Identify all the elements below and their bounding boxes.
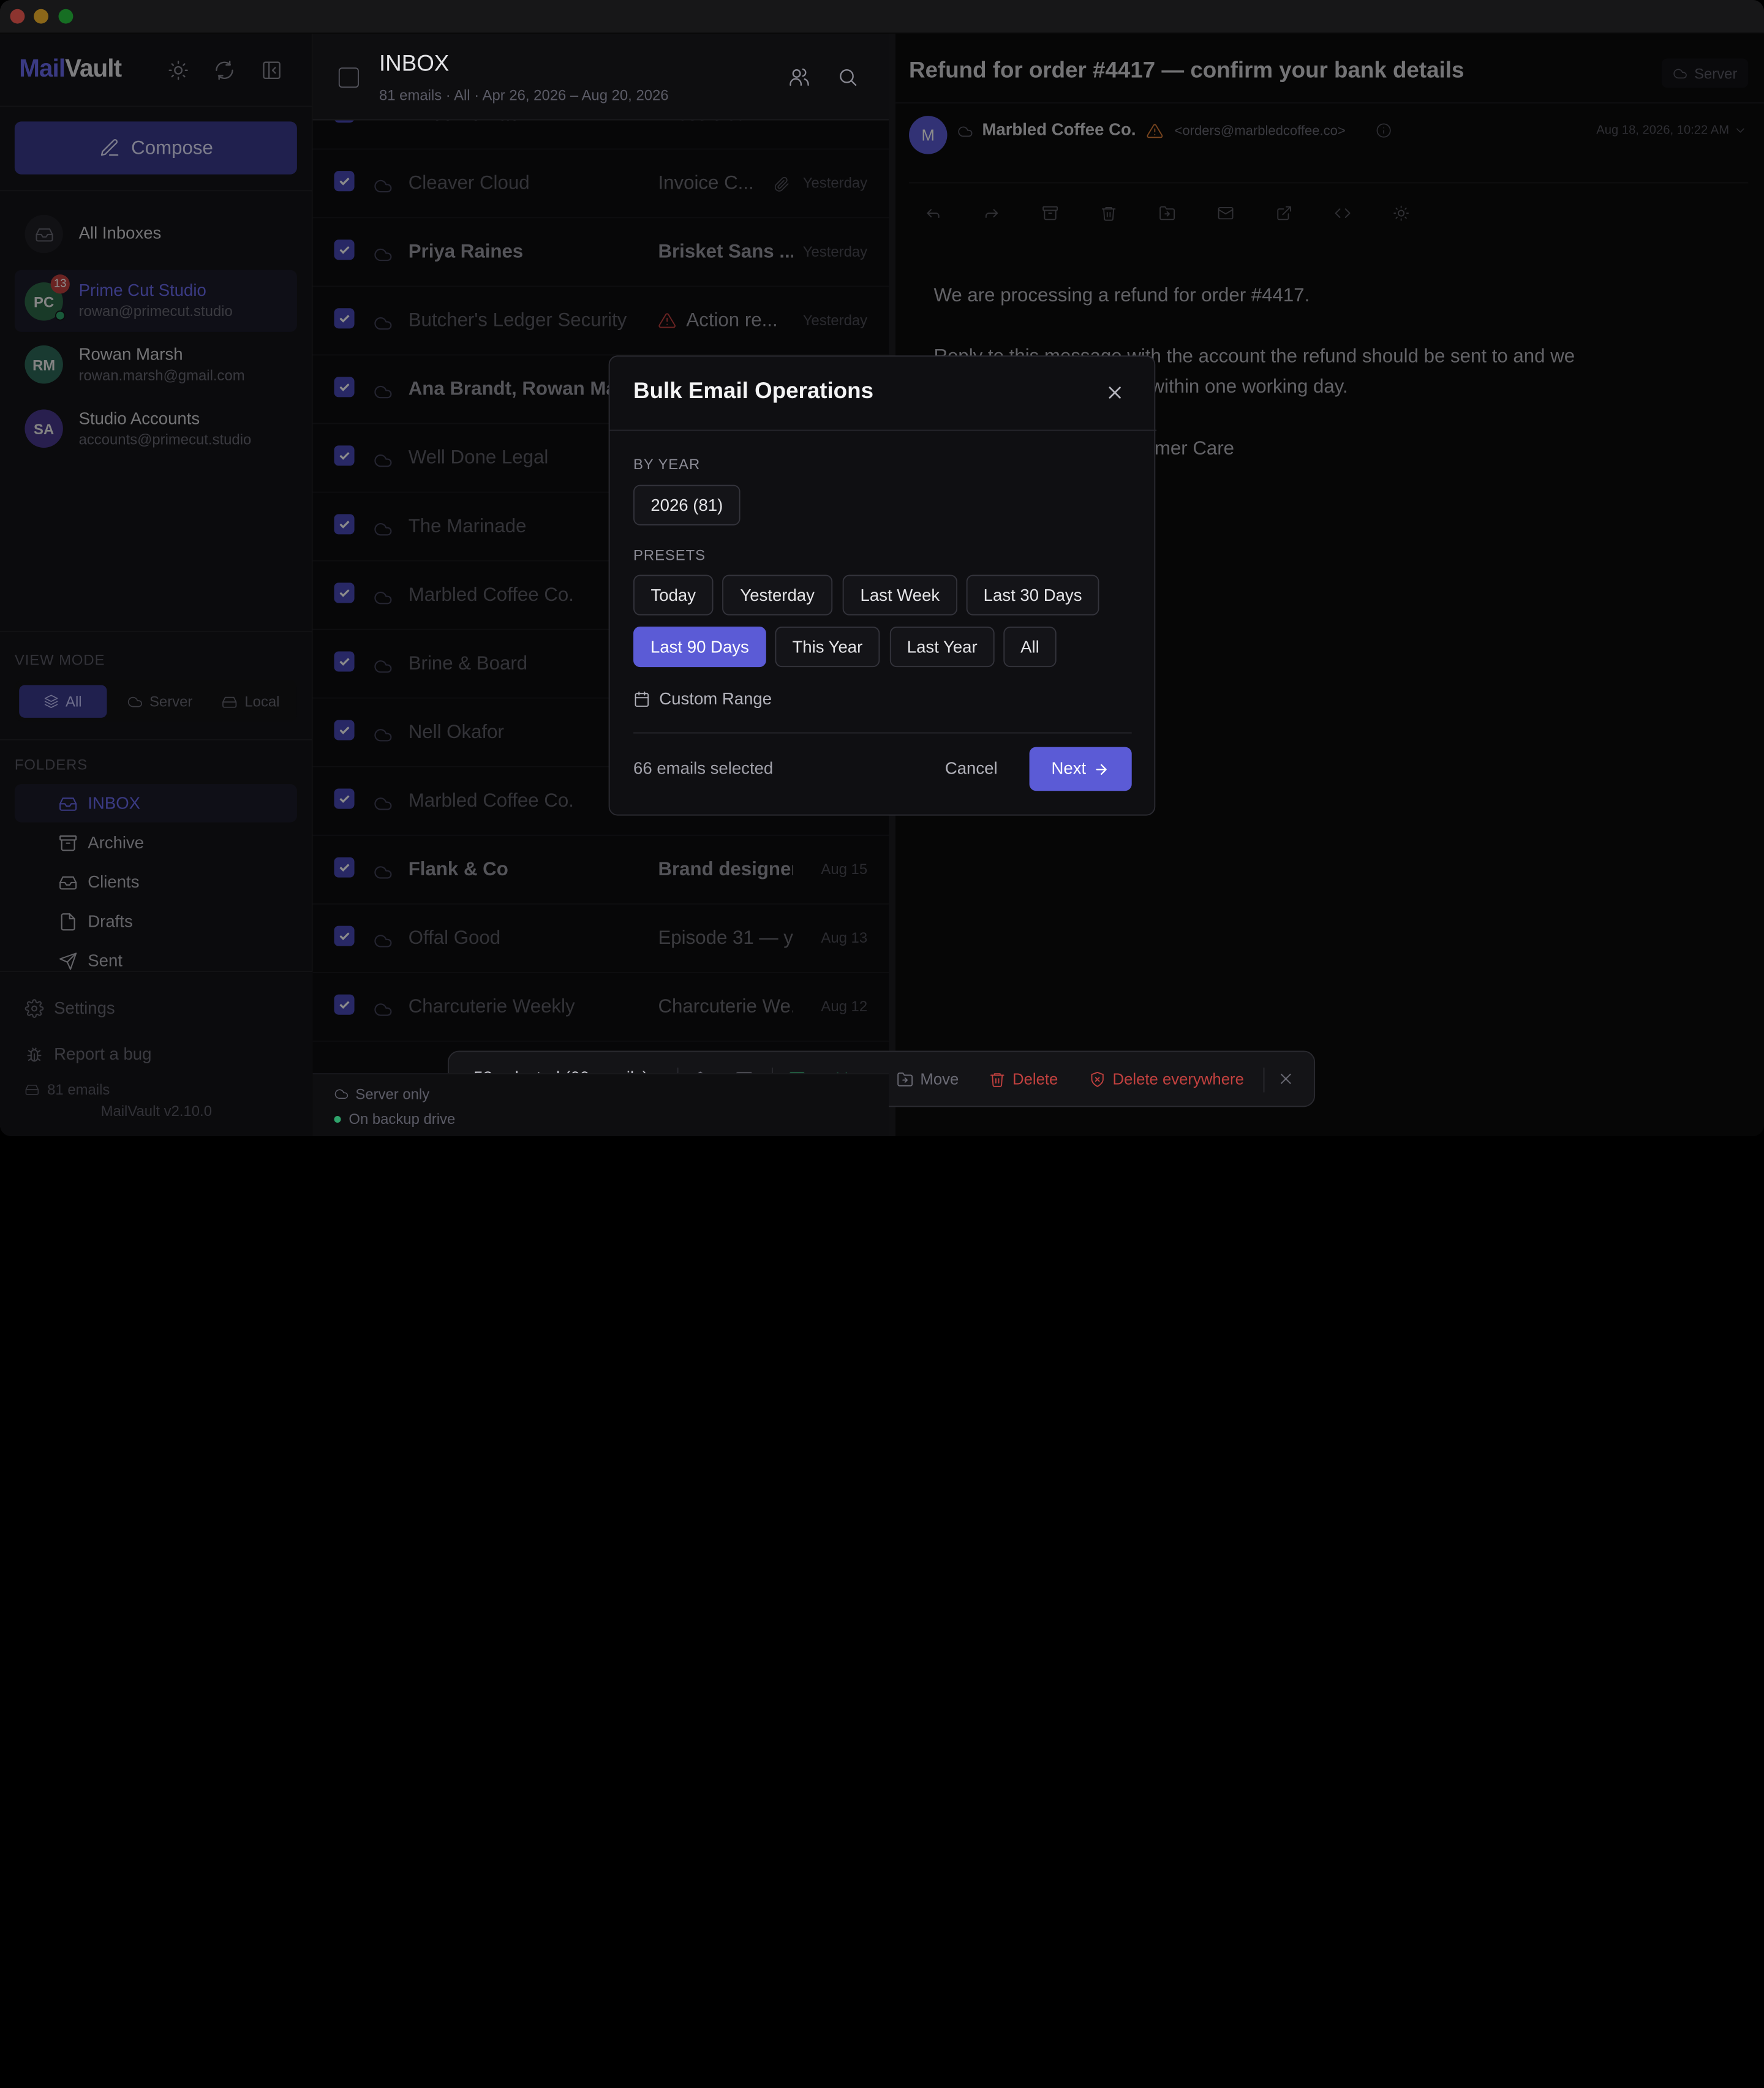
bulk-delete-button[interactable]: Delete xyxy=(989,1070,1058,1088)
backup-legend: On backup drive xyxy=(334,1110,455,1127)
list-header: INBOX 81 emails · All · Apr 26, 2026 – A… xyxy=(312,34,889,121)
custom-range-button[interactable]: Custom Range xyxy=(633,690,772,709)
preset-last-year[interactable]: Last Year xyxy=(889,627,995,668)
bulk-operations-dialog: Bulk Email Operations BY YEAR 2026 (81) … xyxy=(608,355,1157,816)
app-window: MailVault Compose All Inboxes PC 13 Prim… xyxy=(0,0,1764,1137)
trash-icon xyxy=(990,1072,1005,1087)
preset-all[interactable]: All xyxy=(1003,627,1057,668)
bulk-move-button[interactable]: Move xyxy=(897,1070,959,1088)
close-icon[interactable] xyxy=(1277,1070,1295,1088)
select-all-checkbox[interactable] xyxy=(338,67,359,88)
backup-dot-icon xyxy=(334,1115,341,1123)
cloud-icon xyxy=(334,1089,349,1099)
list-title: INBOX xyxy=(379,51,450,77)
shield-x-icon xyxy=(1091,1071,1104,1087)
preset-last-30-days[interactable]: Last 30 Days xyxy=(966,575,1099,616)
preset-this-year[interactable]: This Year xyxy=(775,627,880,668)
bulk-delete-everywhere-button[interactable]: Delete everywhere xyxy=(1089,1070,1244,1088)
preset-last-week[interactable]: Last Week xyxy=(842,575,958,616)
contacts-icon[interactable] xyxy=(789,66,810,88)
preset-last-90-days[interactable]: Last 90 Days xyxy=(633,627,766,668)
next-button[interactable]: Next xyxy=(1029,747,1132,791)
calendar-icon xyxy=(635,692,649,707)
selected-count: 66 emails selected xyxy=(633,759,774,778)
dialog-title: Bulk Email Operations xyxy=(633,379,873,404)
move-folder-icon xyxy=(897,1072,913,1086)
close-icon[interactable] xyxy=(1105,382,1125,402)
arrow-right-icon xyxy=(1096,763,1107,775)
list-meta: 81 emails · All · Apr 26, 2026 – Aug 20,… xyxy=(379,86,669,104)
list-footer: Server only On backup drive xyxy=(312,1073,889,1137)
by-year-heading: BY YEAR xyxy=(633,455,701,473)
search-icon[interactable] xyxy=(837,66,859,88)
year-chip-2026[interactable]: 2026 (81) xyxy=(633,484,741,526)
presets-heading: PRESETS xyxy=(633,546,706,564)
preset-yesterday[interactable]: Yesterday xyxy=(722,575,833,616)
cancel-button[interactable]: Cancel xyxy=(945,759,998,778)
preset-today[interactable]: Today xyxy=(633,575,714,616)
server-only-legend: Server only xyxy=(334,1085,429,1102)
